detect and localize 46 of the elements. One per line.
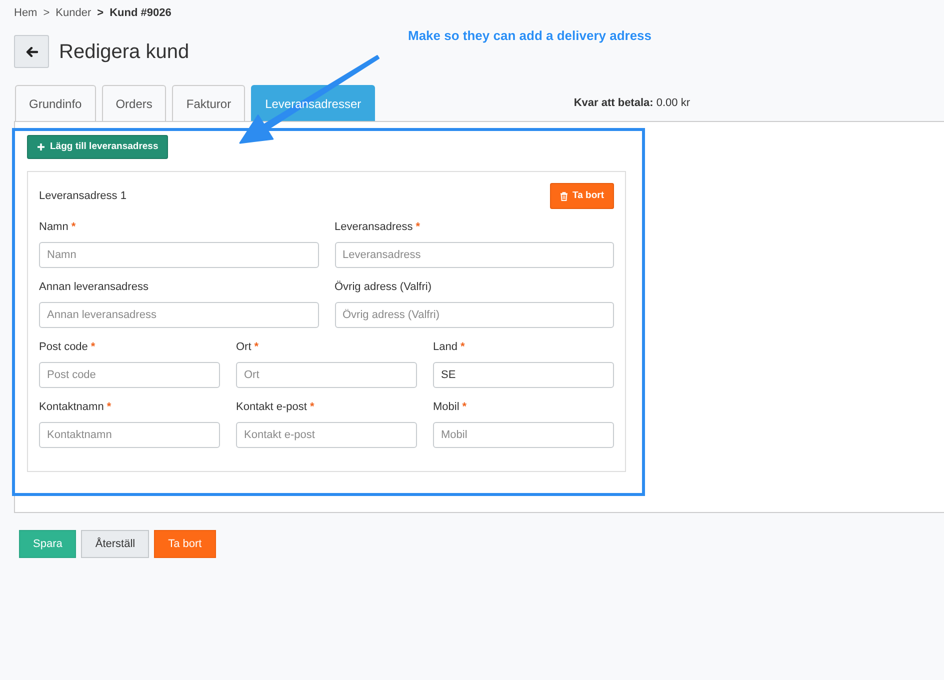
required-mark: * bbox=[416, 220, 420, 234]
field-label: Land bbox=[433, 340, 458, 354]
required-mark: * bbox=[254, 340, 259, 354]
breadcrumb-current: Kund #9026 bbox=[110, 6, 172, 20]
balance-text: Kvar att betala: 0.00 kr bbox=[574, 96, 690, 111]
field-label: Mobil bbox=[433, 400, 460, 414]
field-label: Post code bbox=[39, 340, 88, 354]
card-title: Leveransadress 1 bbox=[39, 188, 126, 204]
text-field[interactable]: Kontakt e-post bbox=[236, 422, 417, 448]
text-field[interactable]: Kontaktnamn bbox=[39, 422, 220, 448]
breadcrumb-separator: > bbox=[97, 6, 104, 20]
text-field[interactable]: SE bbox=[433, 362, 614, 388]
text-field[interactable]: Ort bbox=[236, 362, 417, 388]
text-field[interactable]: Annan leveransadress bbox=[39, 302, 318, 328]
page-title: Redigera kund bbox=[59, 40, 190, 64]
field-label: Kontaktnamn bbox=[39, 400, 104, 414]
text-field[interactable]: Post code bbox=[39, 362, 220, 388]
required-mark: * bbox=[462, 400, 467, 414]
tab[interactable]: Grundinfo bbox=[15, 85, 96, 121]
text-field[interactable]: Namn bbox=[39, 242, 318, 268]
text-field[interactable]: Leveransadress bbox=[334, 242, 614, 268]
required-mark: * bbox=[90, 340, 96, 354]
field-label: Leveransadress bbox=[334, 220, 413, 234]
field-label: Annan leveransadress bbox=[39, 280, 148, 294]
add-address-button[interactable]: Lägg till leveransadress bbox=[27, 135, 168, 159]
arrow-left-icon bbox=[26, 46, 38, 56]
reset-button[interactable]: Återställ bbox=[81, 530, 150, 558]
required-mark: * bbox=[106, 400, 112, 414]
plus-icon bbox=[37, 143, 45, 151]
tab[interactable]: Orders bbox=[102, 85, 166, 121]
breadcrumb-link[interactable]: Hem bbox=[14, 6, 38, 20]
field-label: Namn bbox=[39, 220, 68, 234]
text-field[interactable]: Mobil bbox=[433, 422, 614, 448]
back-button[interactable] bbox=[14, 35, 49, 68]
field-label: Övrig adress (Valfri) bbox=[334, 280, 432, 294]
field-label: Ort bbox=[236, 340, 252, 354]
required-mark: * bbox=[310, 400, 314, 414]
annotation-text: Make so they can add a delivery adress bbox=[408, 28, 652, 44]
field-label: Kontakt e-post bbox=[236, 400, 307, 414]
trash-icon bbox=[560, 192, 568, 200]
required-mark: * bbox=[460, 340, 465, 354]
breadcrumb-link[interactable]: Kunder bbox=[56, 6, 92, 20]
tab[interactable]: Fakturor bbox=[172, 85, 246, 121]
required-mark: * bbox=[71, 220, 76, 234]
breadcrumb-separator: > bbox=[43, 6, 50, 20]
text-field[interactable]: Övrig adress (Valfri) bbox=[334, 302, 614, 328]
